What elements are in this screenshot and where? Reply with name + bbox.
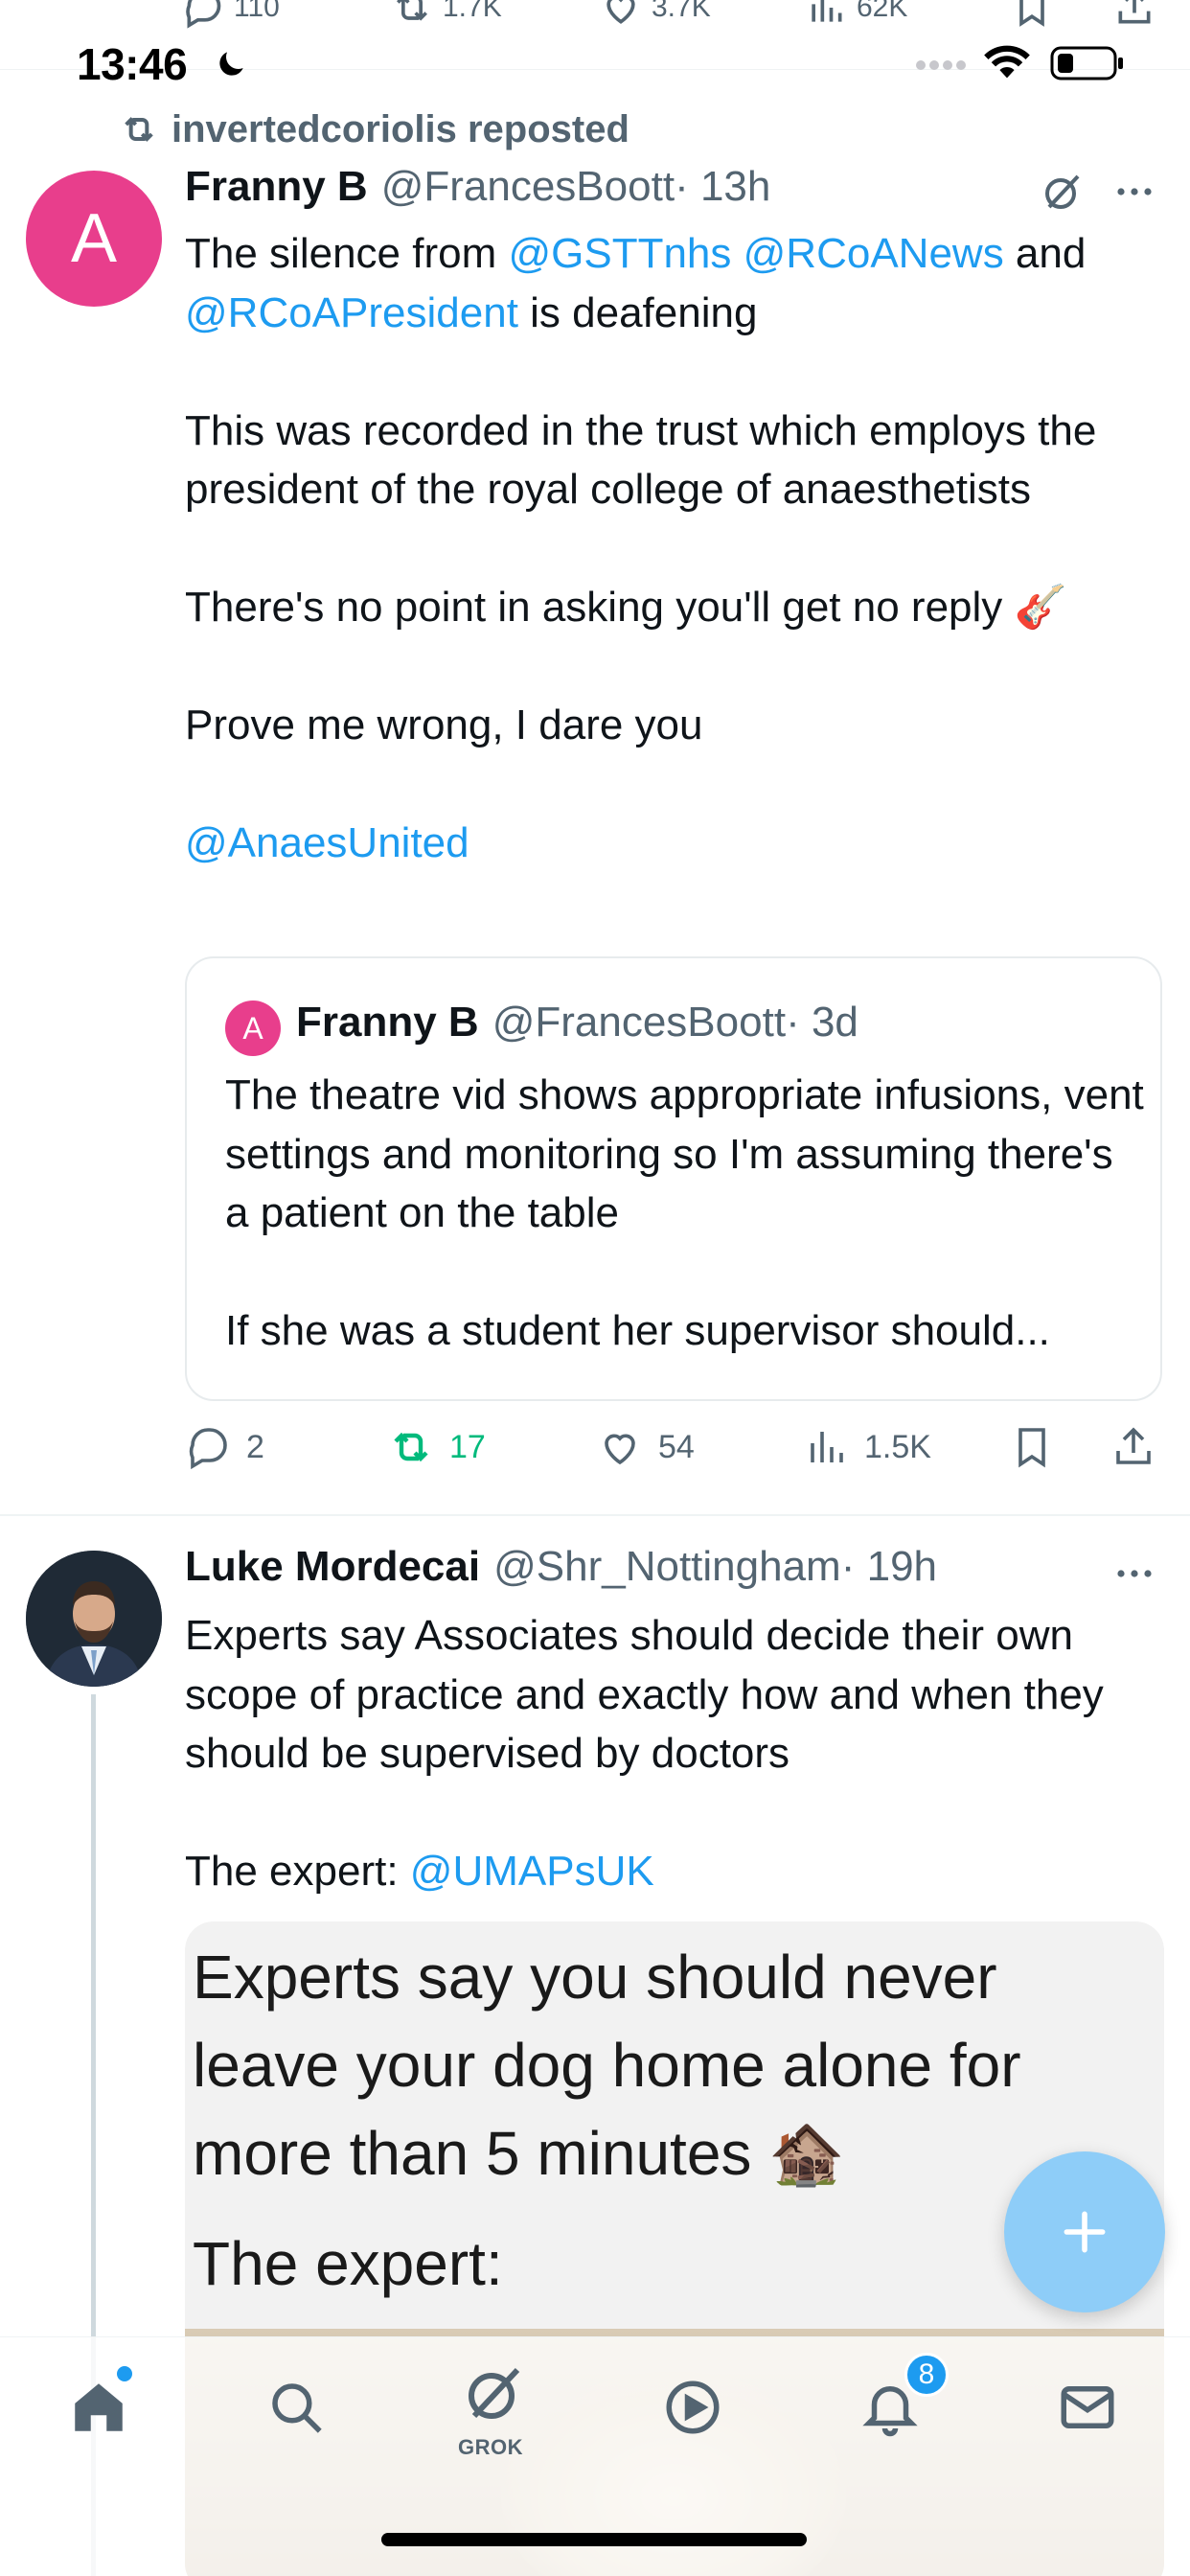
repost-label: invertedcoriolis reposted	[172, 107, 629, 150]
share-action[interactable]	[1113, 0, 1156, 29]
repost-action[interactable]: 1.7K	[391, 0, 502, 29]
tweet-paragraph: Prove me wrong, I dare you	[185, 702, 703, 748]
grok-icon[interactable]	[1040, 169, 1086, 215]
tweet-text: Experts say Associates should decide the…	[185, 1606, 1172, 1901]
tweet-header: Luke Mordecai @Shr_Nottingham · 19h	[185, 1543, 937, 1591]
divider	[0, 1514, 1190, 1516]
heart-icon	[597, 1424, 643, 1470]
text-run: and	[1003, 230, 1087, 277]
repost-button[interactable]: 17	[388, 1424, 486, 1470]
avatar[interactable]: A	[26, 171, 162, 307]
like-button[interactable]: 54	[597, 1424, 695, 1470]
mention-link[interactable]: @AnaesUnited	[185, 814, 1162, 873]
text-run: The expert:	[185, 1848, 410, 1895]
cellular-signal-icon	[915, 58, 969, 73]
messages-icon[interactable]	[1056, 2376, 1119, 2439]
reply-icon	[185, 1424, 231, 1470]
tweet-paragraph: The expert: @UMAPsUK	[185, 1842, 1172, 1901]
share-icon	[1113, 0, 1156, 29]
reply-count: 2	[246, 1428, 264, 1465]
tweet-paragraph: The silence from @GSTTnhs @RCoANews and @…	[185, 224, 1162, 342]
share-button[interactable]	[1110, 1424, 1156, 1470]
more-icon[interactable]	[1111, 169, 1157, 215]
like-count: 54	[658, 1428, 695, 1465]
avatar-letter: A	[70, 200, 118, 277]
bookmark-icon	[1009, 1424, 1055, 1470]
tweet-paragraph: Experts say Associates should decide the…	[185, 1612, 1104, 1777]
previous-tweet-actions: 110 1.7K 3.7K 62K	[182, 0, 1179, 31]
reply-icon	[182, 0, 224, 29]
grok-label: GROK	[458, 2435, 523, 2459]
wifi-icon	[982, 42, 1032, 80]
like-count: 3.7K	[652, 0, 711, 23]
tweet-paragraph: There's no point in asking you'll get no…	[185, 584, 1067, 631]
author-handle[interactable]: @Shr_Nottingham	[493, 1543, 841, 1591]
author-name: Franny B	[296, 999, 479, 1046]
mention-link[interactable]: @RCoANews	[744, 230, 1004, 277]
bookmark-action[interactable]	[1011, 0, 1053, 29]
reply-count: 110	[234, 0, 280, 23]
text-run: is deafening	[517, 288, 758, 336]
views-icon	[803, 1424, 849, 1470]
quoted-tweet[interactable]: A Franny B @FrancesBoott · 3d The theatr…	[185, 956, 1162, 1401]
tweet-time: · 13h	[675, 163, 771, 210]
quote-paragraph: If she was a student her supervisor shou…	[225, 1307, 1050, 1354]
reply-button[interactable]: 2	[185, 1424, 264, 1470]
repost-count: 1.7K	[443, 0, 502, 23]
plus-icon	[1058, 2205, 1111, 2259]
tweet-actions: 2 17 54 1.5K	[185, 1424, 1172, 1482]
repost-icon	[120, 110, 158, 149]
tweet-text: The silence from @GSTTnhs @RCoANews and @…	[185, 224, 1162, 873]
home-icon[interactable]	[67, 2376, 130, 2439]
more-icon[interactable]	[1111, 1551, 1157, 1597]
views-count: 62K	[857, 0, 908, 23]
meme-caption: The expert:	[193, 2229, 503, 2298]
views-icon	[805, 0, 847, 29]
avatar[interactable]	[26, 1551, 162, 1687]
heart-icon	[600, 0, 642, 29]
tweet-paragraph: This was recorded in the trust which emp…	[185, 406, 1097, 514]
reply-action[interactable]: 110	[182, 0, 280, 29]
battery-icon	[1050, 46, 1125, 80]
mention-link[interactable]: @UMAPsUK	[410, 1848, 654, 1895]
like-action[interactable]: 3.7K	[600, 0, 711, 29]
author-name[interactable]: Luke Mordecai	[185, 1543, 480, 1591]
bookmark-icon	[1011, 0, 1053, 29]
quote-text: The theatre vid shows appropriate infusi…	[225, 1066, 1145, 1361]
bookmark-button[interactable]	[1009, 1424, 1055, 1470]
grok-icon[interactable]	[460, 2358, 529, 2427]
moon-icon	[213, 46, 249, 82]
search-icon[interactable]	[264, 2376, 328, 2439]
home-indicator[interactable]	[381, 2533, 807, 2546]
video-icon[interactable]	[661, 2376, 724, 2439]
status-time: 13:46	[77, 39, 188, 89]
avatar: A	[225, 1000, 281, 1056]
compose-button[interactable]	[1004, 2151, 1165, 2312]
mention-link[interactable]: @RCoAPresident	[185, 289, 518, 336]
repost-icon	[388, 1424, 434, 1470]
author-handle: @FrancesBoott	[492, 999, 787, 1046]
tweet-time: · 3d	[786, 999, 858, 1046]
repost-count: 17	[449, 1428, 486, 1465]
share-icon	[1110, 1424, 1156, 1470]
avatar-photo	[26, 1551, 162, 1687]
repost-icon	[391, 0, 433, 29]
tweet-header: Franny B @FrancesBoott · 13h	[185, 163, 770, 211]
repost-indicator[interactable]: invertedcoriolis reposted	[120, 105, 629, 153]
views-count: 1.5K	[864, 1428, 931, 1465]
notification-badge: 8	[904, 2353, 949, 2397]
author-handle[interactable]: @FrancesBoott	[381, 163, 675, 211]
quote-paragraph: The theatre vid shows appropriate infusi…	[225, 1071, 1144, 1236]
views-button[interactable]: 1.5K	[803, 1424, 931, 1470]
quote-header: Franny B @FrancesBoott · 3d	[296, 999, 858, 1046]
meme-caption: Experts say you should never leave your …	[193, 1943, 1021, 2188]
author-name[interactable]: Franny B	[185, 163, 368, 211]
mention-link[interactable]: @GSTTnhs	[508, 230, 731, 277]
text-run: The silence from	[185, 230, 509, 277]
views-action[interactable]: 62K	[805, 0, 907, 29]
status-bar: 13:46	[0, 36, 1190, 94]
avatar-letter: A	[242, 1010, 263, 1046]
tweet-time: · 19h	[840, 1543, 938, 1590]
